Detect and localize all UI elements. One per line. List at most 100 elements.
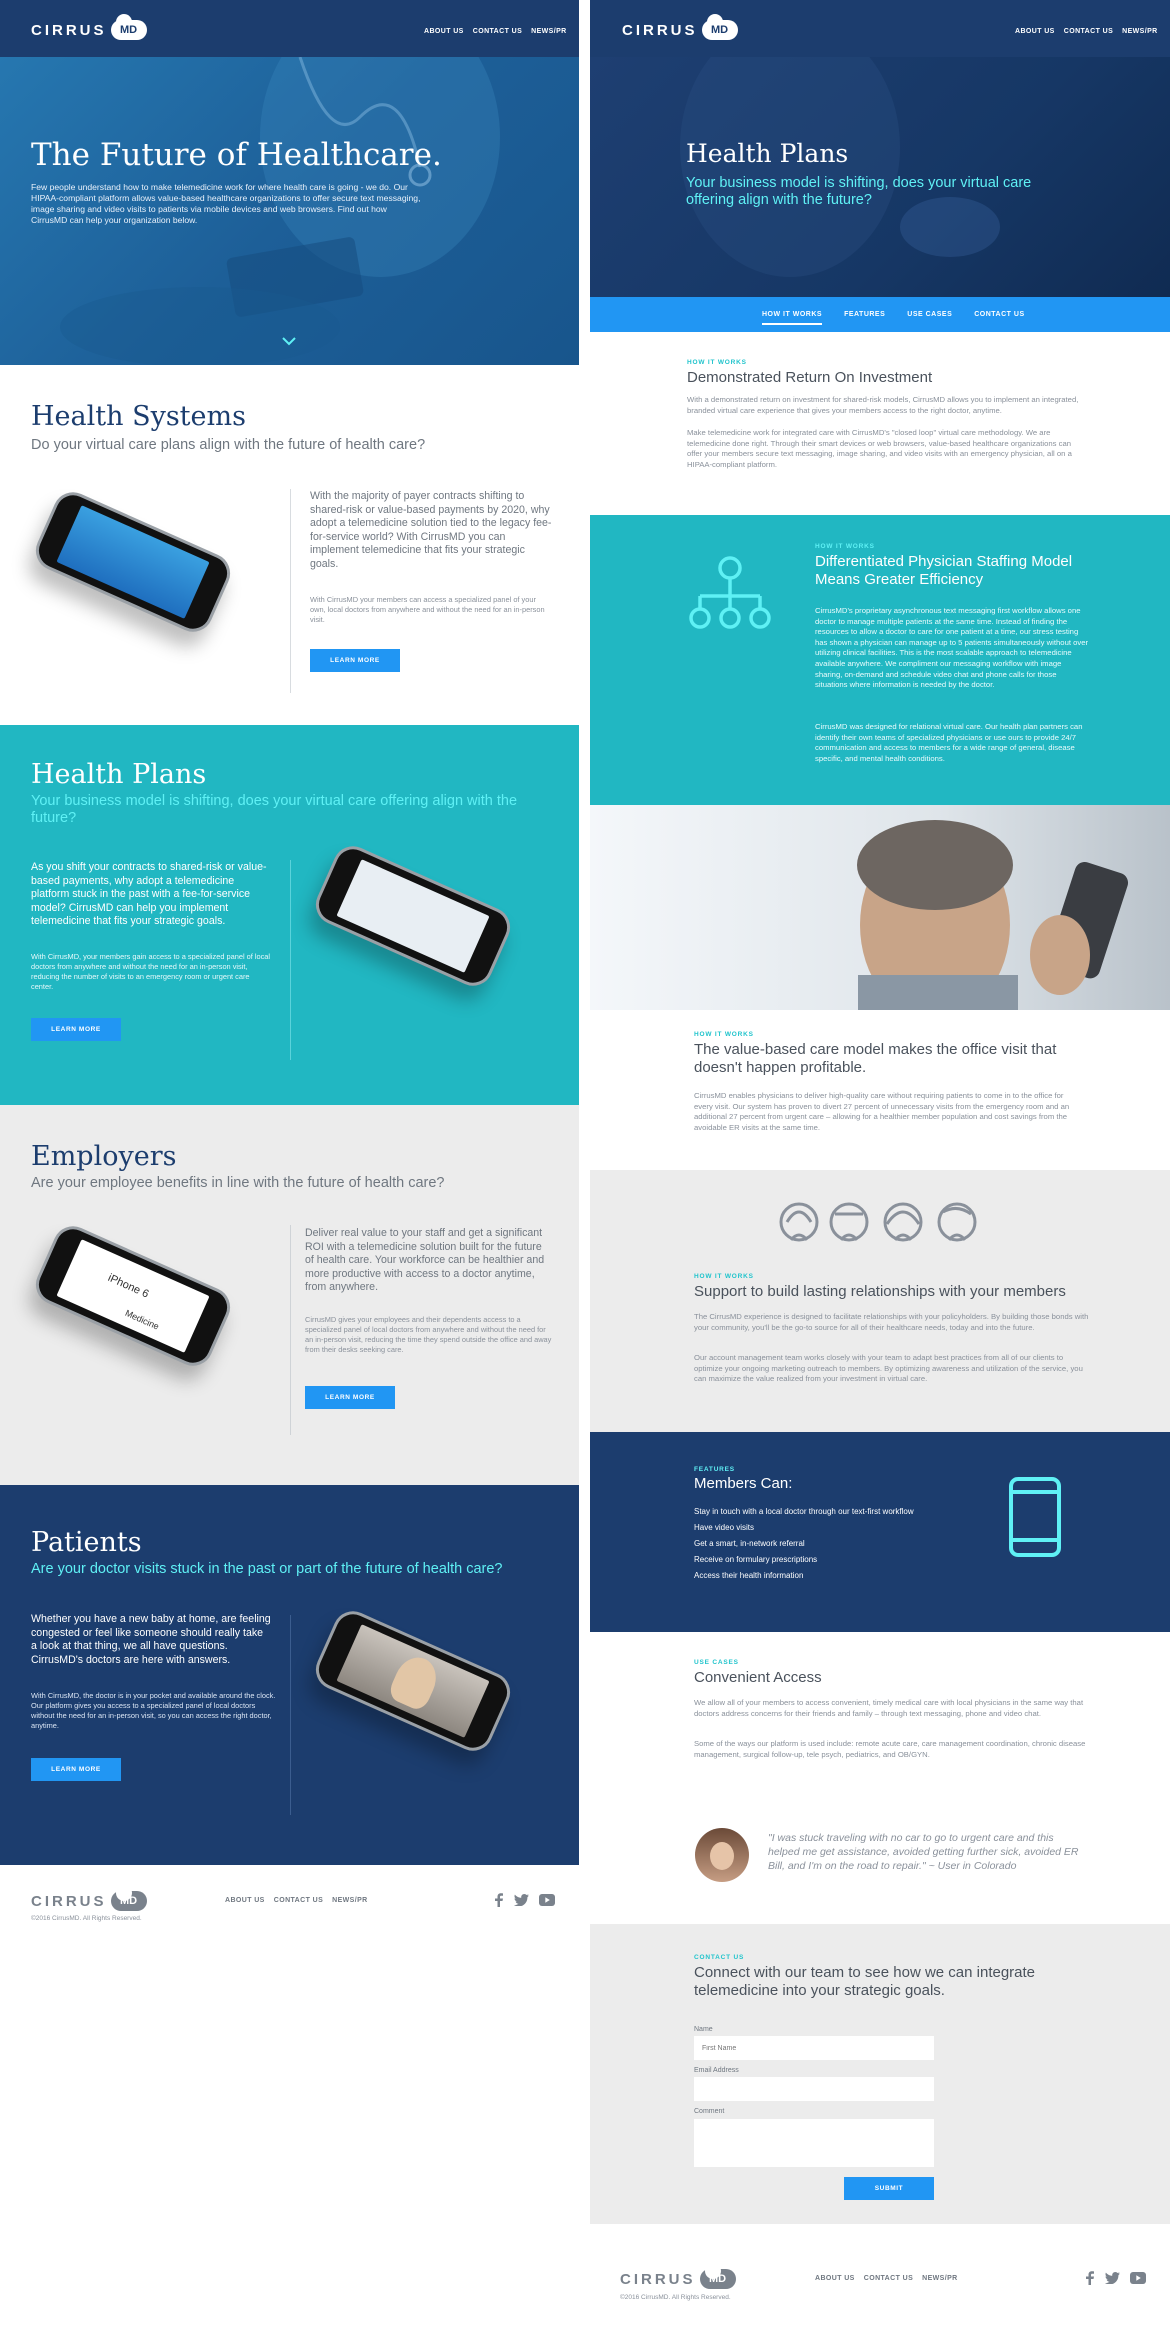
- hero-body: Few people understand how to make teleme…: [31, 182, 421, 225]
- patients-title: Patients: [31, 1527, 142, 1558]
- photo-illustration: [857, 820, 1129, 1010]
- divider: [290, 1615, 291, 1815]
- footer-logo[interactable]: CIRRUS MD: [620, 2263, 736, 2289]
- feature-item: Get a smart, in-network referral: [694, 1539, 805, 1548]
- social-links: [1085, 2271, 1146, 2285]
- features-kicker: FEATURES: [694, 1466, 735, 1473]
- facebook-icon[interactable]: [494, 1893, 504, 1907]
- employers-learn-more-button[interactable]: LEARN MORE: [305, 1386, 395, 1409]
- user-avatar: [695, 1828, 749, 1882]
- name-input[interactable]: [694, 2036, 934, 2060]
- footer-logo[interactable]: CIRRUS MD: [31, 1885, 147, 1911]
- top-nav: CIRRUS MD ABOUT US CONTACT US NEWS/PR: [590, 0, 1170, 57]
- feature-item: Receive on formulary prescriptions: [694, 1555, 818, 1564]
- phone-mockup: [309, 1604, 517, 1758]
- health-plans-lead: As you shift your contracts to shared-ri…: [31, 861, 267, 927]
- chevron-down-icon[interactable]: [281, 336, 297, 346]
- phone-mockup: [309, 839, 517, 993]
- doctor-photo: [386, 1650, 444, 1713]
- phone-mockup: iPhone 6 Medicine: [29, 1219, 237, 1373]
- testimonial-quote: "I was stuck traveling with no car to go…: [768, 1832, 1079, 1872]
- health-plans-learn-more-button[interactable]: LEARN MORE: [31, 1018, 121, 1041]
- roi-title: Demonstrated Return On Investment: [687, 369, 933, 386]
- logo-badge: MD: [119, 1895, 138, 1907]
- footer-news-link[interactable]: NEWS/PR: [922, 2275, 957, 2282]
- cloud-icon: MD: [110, 14, 147, 40]
- features-section: FEATURES Members Can: Stay in touch with…: [590, 1432, 1170, 1632]
- cloud-icon: MD: [701, 14, 738, 40]
- copyright: ©2016 CirrusMD. All Rights Reserved.: [31, 1915, 142, 1922]
- youtube-icon[interactable]: [539, 1894, 555, 1906]
- patients-body: With CirrusMD, the doctor is in your poc…: [31, 1691, 276, 1730]
- health-systems-subtitle: Do your virtual care plans align with th…: [31, 437, 426, 453]
- staffing-paragraph-1: CirrusMD's proprietary asynchronous text…: [815, 606, 1089, 690]
- staffing-paragraph-2: CirrusMD was designed for relational vir…: [815, 722, 1083, 763]
- facebook-icon[interactable]: [1085, 2271, 1095, 2285]
- twitter-icon[interactable]: [1105, 2272, 1120, 2284]
- logo[interactable]: CIRRUS MD: [31, 14, 147, 40]
- phone-screen-caption: Medicine: [123, 1307, 161, 1332]
- logo-text: CIRRUS: [620, 2270, 696, 2288]
- phone-mockup: [29, 485, 237, 639]
- tab-how-it-works[interactable]: HOW IT WORKS: [762, 311, 823, 325]
- footer-contact-link[interactable]: CONTACT US: [274, 1897, 323, 1904]
- logo-badge: MD: [710, 24, 729, 36]
- tab-features[interactable]: FEATURES: [844, 311, 885, 325]
- health-plans-page: CIRRUS MD ABOUT US CONTACT US NEWS/PR He…: [590, 0, 1170, 2332]
- nav-links: ABOUT US CONTACT US NEWS/PR: [1015, 28, 1158, 35]
- hero-section: Health Plans Your business model is shif…: [590, 57, 1170, 297]
- phone-screen-text: iPhone 6: [106, 1271, 151, 1301]
- staffing-kicker: HOW IT WORKS: [815, 543, 875, 550]
- health-systems-lead: With the majority of payer contracts shi…: [310, 490, 552, 570]
- footer-about-link[interactable]: ABOUT US: [225, 1897, 265, 1904]
- health-systems-section: Health Systems Do your virtual care plan…: [0, 365, 579, 725]
- email-input[interactable]: [694, 2077, 934, 2101]
- phone-screen: iPhone 6 Medicine: [56, 1239, 210, 1353]
- use-cases-paragraph-2: Some of the ways our platform is used in…: [694, 1739, 1086, 1759]
- footer-news-link[interactable]: NEWS/PR: [332, 1897, 367, 1904]
- hero-section: The Future of Healthcare. Few people und…: [0, 57, 579, 365]
- nav-contact-link[interactable]: CONTACT US: [473, 28, 522, 35]
- phone-screen: [56, 505, 210, 619]
- people-icons: [779, 1202, 977, 1242]
- divider: [290, 489, 291, 693]
- nav-contact-link[interactable]: CONTACT US: [1064, 28, 1113, 35]
- twitter-icon[interactable]: [514, 1894, 529, 1906]
- contact-kicker: CONTACT US: [694, 1954, 745, 1961]
- comment-textarea[interactable]: [694, 2119, 934, 2167]
- tab-use-cases[interactable]: USE CASES: [907, 311, 952, 325]
- logo-text: CIRRUS: [31, 21, 107, 39]
- org-chart-icon: [689, 556, 771, 629]
- logo[interactable]: CIRRUS MD: [622, 14, 738, 40]
- youtube-icon[interactable]: [1130, 2272, 1146, 2284]
- features-title: Members Can:: [694, 1475, 793, 1492]
- patients-learn-more-button[interactable]: LEARN MORE: [31, 1758, 121, 1781]
- health-plans-body: With CirrusMD, your members gain access …: [31, 952, 271, 991]
- footer: CIRRUS MD ABOUT US CONTACT US NEWS/PR ©2…: [590, 2224, 1170, 2332]
- name-label: Name: [694, 2026, 713, 2033]
- footer-about-link[interactable]: ABOUT US: [815, 2275, 855, 2282]
- tab-contact-us[interactable]: CONTACT US: [974, 311, 1024, 325]
- tab-list: HOW IT WORKS FEATURES USE CASES CONTACT …: [762, 311, 1025, 325]
- staffing-section: HOW IT WORKS Differentiated Physician St…: [590, 515, 1170, 805]
- nav-news-link[interactable]: NEWS/PR: [531, 28, 566, 35]
- logo-badge: MD: [708, 2273, 727, 2285]
- health-systems-learn-more-button[interactable]: LEARN MORE: [310, 649, 400, 672]
- contact-section: CONTACT US Connect with our team to see …: [590, 1924, 1170, 2224]
- logo-text: CIRRUS: [31, 1892, 107, 1910]
- home-page: CIRRUS MD ABOUT US CONTACT US NEWS/PR Th…: [0, 0, 579, 2332]
- nav-news-link[interactable]: NEWS/PR: [1122, 28, 1157, 35]
- nav-about-link[interactable]: ABOUT US: [1015, 28, 1055, 35]
- phone-screen: [336, 859, 490, 973]
- phone-screen: [336, 1624, 490, 1738]
- relationships-paragraph-2: Our account management team works closel…: [694, 1353, 1083, 1384]
- footer-links: ABOUT US CONTACT US NEWS/PR: [815, 2275, 958, 2282]
- avatar-face: [710, 1842, 734, 1870]
- footer-contact-link[interactable]: CONTACT US: [864, 2275, 913, 2282]
- nav-about-link[interactable]: ABOUT US: [424, 28, 464, 35]
- submit-button[interactable]: SUBMIT: [844, 2177, 934, 2200]
- cloud-icon: MD: [699, 2263, 736, 2289]
- employers-body: CirrusMD gives your employees and their …: [305, 1315, 552, 1354]
- hero-subtitle: Your business model is shifting, does yo…: [686, 175, 1032, 208]
- top-nav: CIRRUS MD ABOUT US CONTACT US NEWS/PR: [0, 0, 579, 57]
